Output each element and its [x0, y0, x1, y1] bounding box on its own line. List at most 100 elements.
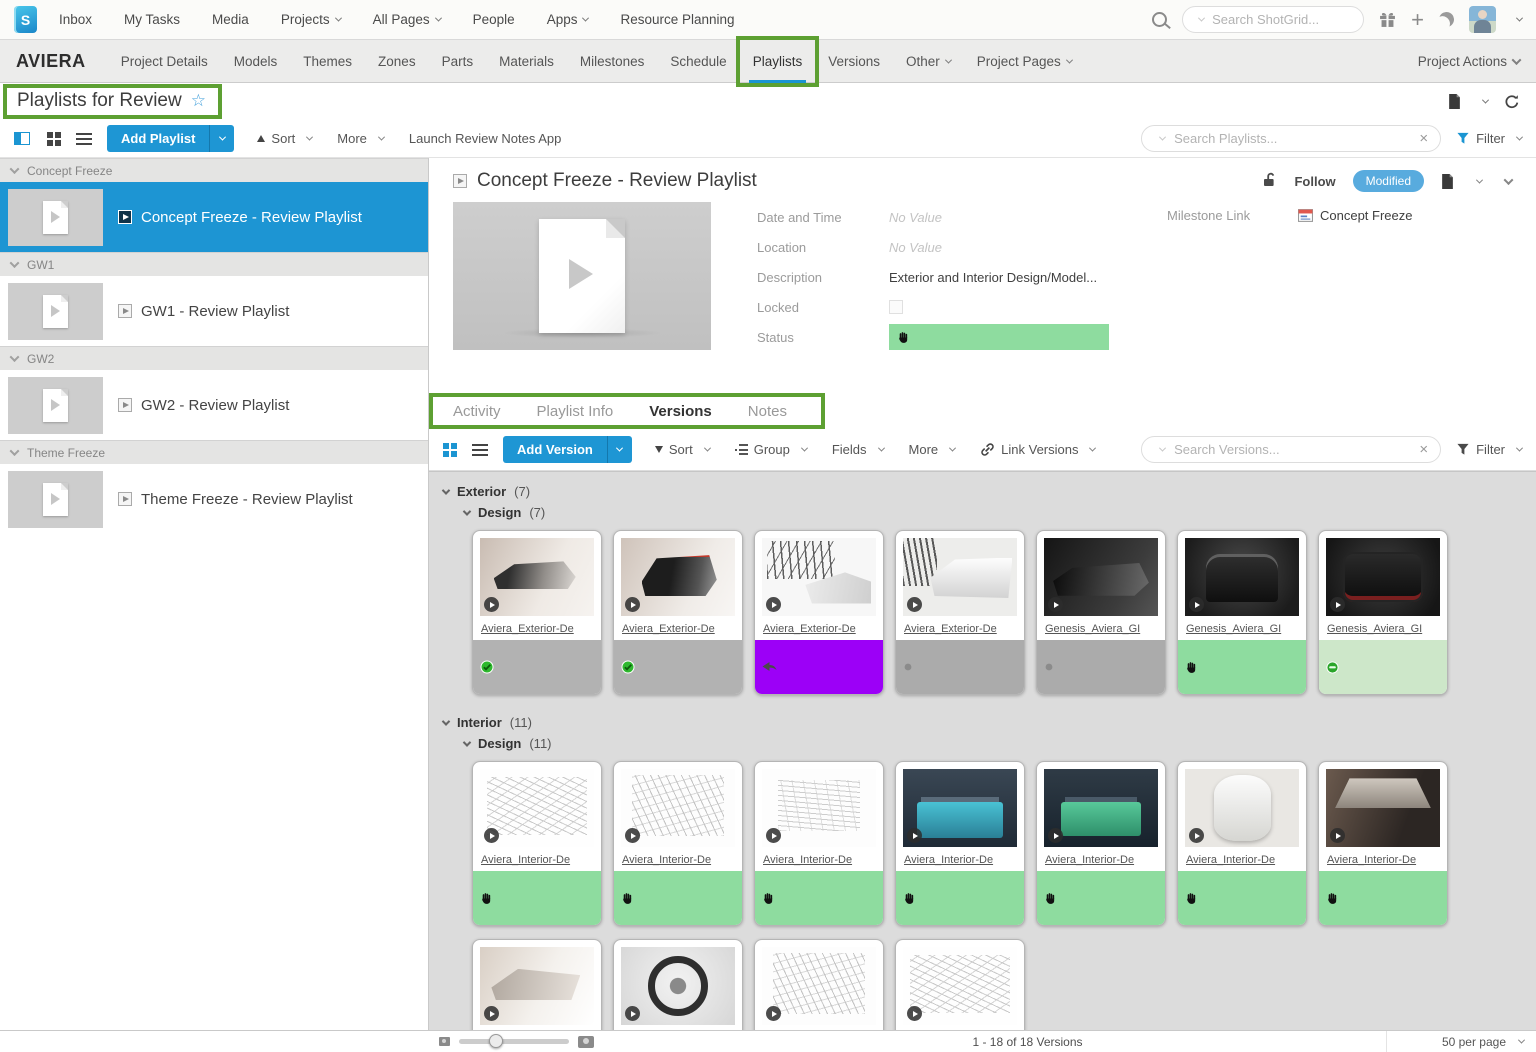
split-view-icon[interactable] [14, 132, 30, 145]
clear-search-icon[interactable] [1419, 441, 1428, 458]
project-tab-milestones[interactable]: Milestones [567, 40, 658, 83]
version-card[interactable]: Aviera_Exterior-De [613, 530, 743, 695]
account-chevron-down-icon[interactable] [1516, 15, 1523, 22]
version-card[interactable]: Aviera_Exterior-De [754, 530, 884, 695]
project-tab-playlists[interactable]: Playlists [740, 40, 816, 83]
refresh-icon[interactable] [1504, 94, 1520, 110]
play-icon[interactable] [766, 1006, 781, 1021]
play-icon[interactable] [907, 828, 922, 843]
version-card[interactable]: Aviera_Interior-De [472, 761, 602, 926]
play-icon[interactable] [1189, 597, 1204, 612]
tab-versions[interactable]: Versions [649, 403, 712, 420]
version-link[interactable]: Genesis_Aviera_GI [1037, 616, 1165, 640]
grid-view-icon[interactable] [443, 443, 457, 457]
launch-review-notes-app[interactable]: Launch Review Notes App [401, 131, 569, 146]
page-settings-icon[interactable] [1448, 94, 1461, 109]
version-link[interactable]: Aviera_Interior-De [1037, 847, 1165, 871]
add-playlist-button[interactable]: Add Playlist [107, 125, 209, 152]
play-icon[interactable] [484, 597, 499, 612]
project-tab-materials[interactable]: Materials [486, 40, 567, 83]
playlist-item-concept-freeze-review-playlist[interactable]: Concept Freeze - Review Playlist [0, 182, 428, 252]
tab-notes[interactable]: Notes [748, 403, 787, 420]
clear-search-icon[interactable] [1419, 130, 1428, 147]
grid-view-icon[interactable] [47, 132, 61, 146]
version-card[interactable]: Genesis_Aviera_GI [1036, 530, 1166, 695]
project-tab-versions[interactable]: Versions [815, 40, 893, 83]
version-link[interactable]: Aviera_Interior-De [896, 847, 1024, 871]
version-card[interactable]: Aviera_Interior-De [1177, 761, 1307, 926]
global-nav-my-tasks[interactable]: My Tasks [124, 12, 180, 27]
play-icon[interactable] [766, 828, 781, 843]
version-card[interactable]: Aviera_Interior-De [895, 939, 1025, 1030]
gift-icon[interactable] [1379, 11, 1396, 28]
version-link[interactable]: Aviera_Exterior-De [614, 616, 742, 640]
play-icon[interactable] [1330, 828, 1345, 843]
global-nav-projects[interactable]: Projects [281, 12, 341, 27]
play-icon[interactable] [1048, 597, 1063, 612]
versions-sort-menu[interactable]: Sort [647, 442, 718, 457]
playlist-group-header-gw2[interactable]: GW2 [0, 346, 428, 370]
slider-track[interactable] [459, 1039, 569, 1044]
global-search-input[interactable]: Search ShotGrid... [1182, 6, 1364, 33]
version-link[interactable]: Aviera_Exterior-De [473, 616, 601, 640]
version-subgroup-header-design[interactable]: Design(11) [464, 733, 1536, 754]
global-nav-all-pages[interactable]: All Pages [373, 12, 441, 27]
play-icon[interactable] [625, 597, 640, 612]
chevron-down-icon[interactable] [1482, 97, 1489, 104]
version-link[interactable]: Aviera_Interior-De [1178, 847, 1306, 871]
playlist-item-gw1-review-playlist[interactable]: GW1 - Review Playlist [0, 276, 428, 346]
more-menu[interactable]: More [329, 131, 392, 146]
version-group-header-exterior[interactable]: Exterior(7) [443, 481, 1536, 502]
version-group-header-interior[interactable]: Interior(11) [443, 712, 1536, 733]
search-playlists-input[interactable]: Search Playlists... [1141, 125, 1441, 152]
playlist-video-thumbnail[interactable] [453, 202, 711, 350]
play-icon[interactable] [766, 597, 781, 612]
large-thumbnail-icon[interactable] [578, 1036, 594, 1048]
milestone-value[interactable]: Concept Freeze [1298, 208, 1413, 223]
play-icon[interactable] [484, 828, 499, 843]
favorite-star-icon[interactable] [191, 91, 206, 111]
global-nav-people[interactable]: People [473, 12, 515, 27]
detail-page-icon[interactable] [1441, 174, 1454, 189]
chevron-down-icon[interactable] [1476, 176, 1483, 183]
per-page-select[interactable]: 50 per page [1386, 1031, 1536, 1052]
play-icon[interactable] [1048, 828, 1063, 843]
search-versions-input[interactable]: Search Versions... [1141, 436, 1441, 463]
tab-activity[interactable]: Activity [453, 403, 501, 420]
tab-playlist-info[interactable]: Playlist Info [537, 403, 614, 420]
play-icon[interactable] [907, 1006, 922, 1021]
play-icon[interactable] [484, 1006, 499, 1021]
play-icon[interactable] [625, 1006, 640, 1021]
playlist-group-header-theme-freeze[interactable]: Theme Freeze [0, 440, 428, 464]
user-avatar[interactable] [1469, 6, 1496, 33]
play-icon[interactable] [907, 597, 922, 612]
playlists-filter[interactable]: Filter [1456, 131, 1522, 146]
version-card[interactable]: Aviera_Interior-De [613, 761, 743, 926]
version-link[interactable]: Aviera_Interior-De [614, 847, 742, 871]
version-card[interactable]: Genesis_Aviera_GI [1318, 530, 1448, 695]
add-playlist-dropdown[interactable] [209, 125, 234, 152]
shotgrid-logo[interactable]: S [14, 6, 37, 33]
list-view-icon[interactable] [472, 444, 488, 456]
create-icon[interactable] [1411, 9, 1424, 31]
version-card[interactable]: Aviera_Interior-De [754, 761, 884, 926]
playlist-item-theme-freeze-review-playlist[interactable]: Theme Freeze - Review Playlist [0, 464, 428, 534]
playlist-group-header-concept-freeze[interactable]: Concept Freeze [0, 158, 428, 182]
version-card[interactable]: Aviera_Interior-De [1036, 761, 1166, 926]
global-nav-apps[interactable]: Apps [547, 12, 589, 27]
version-card[interactable]: Aviera_Interior-De [895, 761, 1025, 926]
version-link[interactable]: Genesis_Aviera_GI [1178, 616, 1306, 640]
project-name[interactable]: AVIERA [16, 51, 86, 72]
play-icon[interactable] [625, 828, 640, 843]
global-nav-inbox[interactable]: Inbox [59, 12, 92, 27]
search-icon[interactable] [1152, 12, 1167, 27]
global-nav-resource-planning[interactable]: Resource Planning [620, 12, 734, 27]
versions-more-menu[interactable]: More [901, 442, 964, 457]
slider-thumb[interactable] [489, 1034, 503, 1048]
project-tab-project-pages[interactable]: Project Pages [964, 40, 1085, 83]
playlist-group-header-gw1[interactable]: GW1 [0, 252, 428, 276]
status-field-value[interactable] [889, 324, 1109, 350]
version-link[interactable]: Aviera_Interior-De [755, 847, 883, 871]
play-icon[interactable] [1330, 597, 1345, 612]
project-tab-models[interactable]: Models [221, 40, 291, 83]
